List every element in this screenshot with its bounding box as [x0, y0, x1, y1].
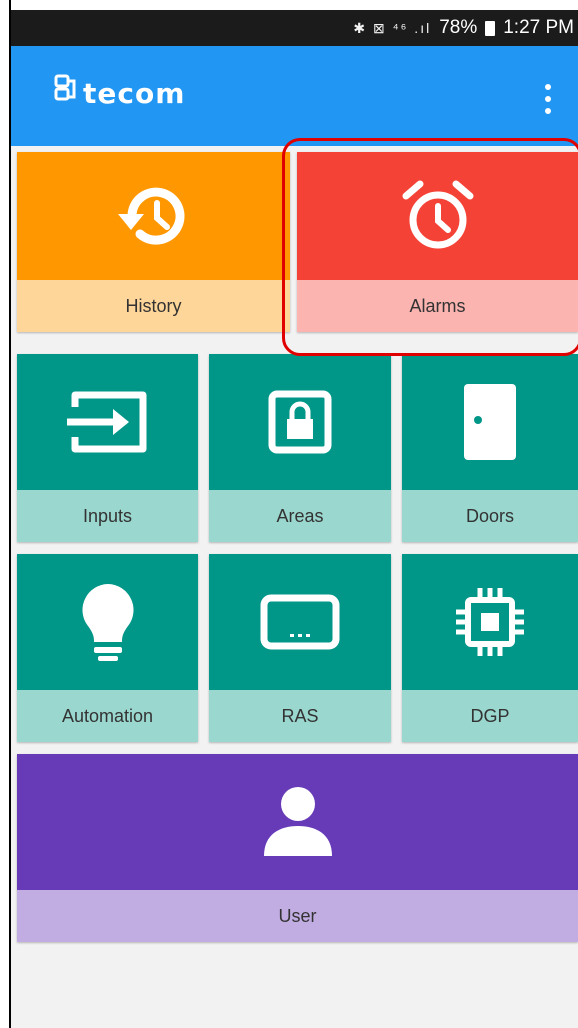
signal-icons: ✱ ⊠ ⁴⁶ .ıl: [353, 19, 432, 36]
top-margin: [11, 0, 578, 10]
frame-edge: [0, 0, 11, 1028]
tile-areas-top: [209, 354, 391, 490]
tile-automation[interactable]: Automation: [17, 554, 198, 742]
tecom-logo: tecom: [53, 74, 185, 108]
tile-label: DGP: [402, 690, 578, 742]
tile-user[interactable]: User: [17, 754, 578, 942]
more-vert-icon[interactable]: [542, 84, 554, 114]
user-icon: [263, 787, 332, 856]
tile-dgp[interactable]: DGP: [402, 554, 578, 742]
input-icon: [66, 391, 146, 453]
tile-label: Inputs: [17, 490, 198, 542]
tile-ras-top: [209, 554, 391, 690]
tile-label: History: [17, 280, 290, 332]
tile-label: User: [17, 890, 578, 942]
logo-text: tecom: [83, 77, 186, 110]
status-bar: ✱ ⊠ ⁴⁶ .ıl 78% 1:27 PM: [11, 10, 578, 46]
battery-icon: [485, 20, 496, 36]
tile-automation-top: [17, 554, 198, 690]
tile-label: Doors: [402, 490, 578, 542]
tile-doors[interactable]: Doors: [402, 354, 578, 542]
lock-area-icon: [268, 390, 332, 454]
door-icon: [464, 384, 516, 460]
lightbulb-icon: [81, 584, 134, 661]
keypad-icon: [260, 594, 340, 650]
tile-areas[interactable]: Areas: [209, 354, 391, 542]
logo-icon: [54, 74, 76, 101]
app-bar: tecom: [11, 46, 578, 146]
tile-inputs-top: [17, 354, 198, 490]
alarm-clock-icon: [402, 180, 473, 249]
clock: 1:27 PM: [503, 17, 574, 38]
chip-icon: [456, 588, 524, 656]
tile-dgp-top: [402, 554, 578, 690]
tile-user-top: [17, 754, 578, 890]
tile-label: Areas: [209, 490, 391, 542]
tile-label: RAS: [209, 690, 391, 742]
tile-history[interactable]: History: [17, 152, 290, 332]
battery-percent: 78%: [439, 17, 478, 38]
tile-history-top: [17, 152, 290, 280]
dashboard-grid: History Alarms Inputs Areas Doors Automa…: [11, 146, 578, 1028]
tile-doors-top: [402, 354, 578, 490]
tile-alarms-top: [297, 152, 578, 280]
tile-label: Alarms: [297, 280, 578, 332]
tile-alarms[interactable]: Alarms: [297, 152, 578, 332]
tile-label: Automation: [17, 690, 198, 742]
history-icon: [117, 187, 184, 245]
tile-ras[interactable]: RAS: [209, 554, 391, 742]
tile-inputs[interactable]: Inputs: [17, 354, 198, 542]
